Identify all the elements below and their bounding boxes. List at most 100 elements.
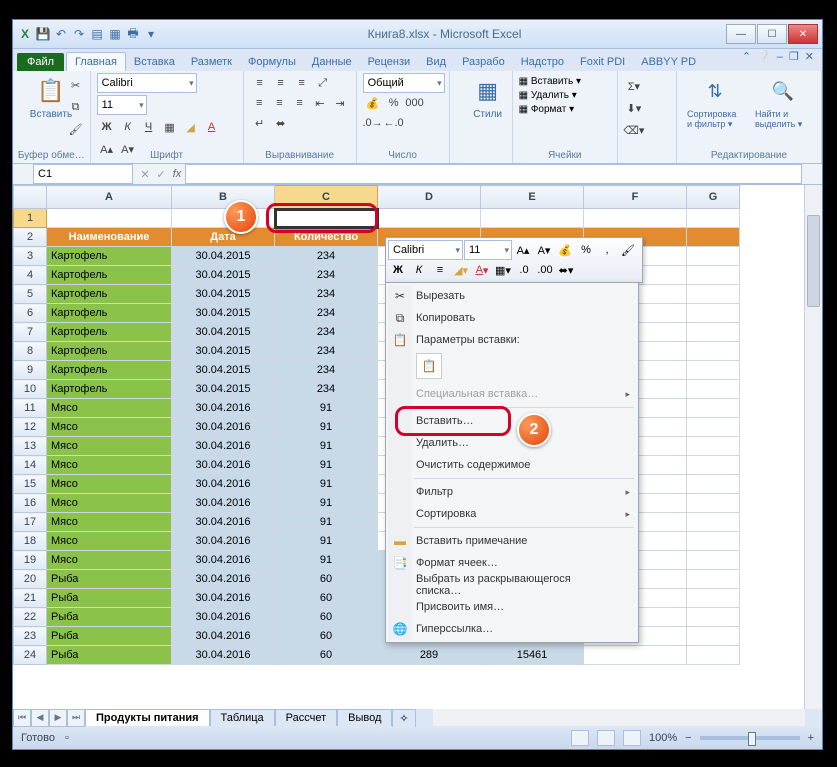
window-restore-icon[interactable]: ❐	[789, 50, 799, 63]
cell[interactable]: Рыба	[47, 646, 172, 665]
tab-insert[interactable]: Вставка	[126, 53, 183, 71]
column-header[interactable]: G	[687, 186, 740, 209]
tab-nav-prev[interactable]: ◀	[31, 709, 49, 727]
maximize-button[interactable]: ☐	[757, 24, 787, 44]
font-combo[interactable]: Calibri	[97, 73, 197, 93]
cell[interactable]: Картофель	[47, 266, 172, 285]
border-icon[interactable]: ▦▾	[493, 260, 513, 280]
cell[interactable]: 30.04.2015	[172, 285, 275, 304]
cell[interactable]: 234	[275, 323, 378, 342]
save-icon[interactable]: 💾	[35, 26, 51, 42]
ctx-format[interactable]: 📑Формат ячеек…	[386, 552, 638, 574]
help-icon[interactable]: ❔	[757, 50, 771, 63]
insert-cells-button[interactable]: ▦ Вставить ▾	[519, 76, 611, 87]
cell[interactable]	[687, 570, 740, 589]
cell[interactable]: 60	[275, 570, 378, 589]
cell[interactable]: 30.04.2016	[172, 513, 275, 532]
row-header[interactable]: 21	[14, 589, 47, 608]
cell[interactable]	[687, 475, 740, 494]
row-header[interactable]: 3	[14, 247, 47, 266]
zoom-level[interactable]: 100%	[649, 732, 677, 744]
comma-button[interactable]: 000	[405, 93, 425, 113]
cell[interactable]: 234	[275, 304, 378, 323]
cell[interactable]: 30.04.2016	[172, 627, 275, 646]
cell[interactable]	[584, 209, 687, 228]
macro-icon[interactable]: ▫	[65, 732, 69, 744]
align-left-button[interactable]: ≡	[250, 93, 269, 113]
row-header[interactable]: 12	[14, 418, 47, 437]
horizontal-scrollbar[interactable]	[433, 709, 805, 726]
cell[interactable]: Картофель	[47, 285, 172, 304]
cell[interactable]: Рыба	[47, 570, 172, 589]
font-color-icon[interactable]: A▾	[472, 260, 492, 280]
cell[interactable]	[687, 627, 740, 646]
cell[interactable]: 30.04.2015	[172, 342, 275, 361]
row-header[interactable]: 19	[14, 551, 47, 570]
underline-button[interactable]: Ч	[139, 117, 159, 137]
tab-dev[interactable]: Разрабо	[454, 53, 513, 71]
italic-button[interactable]: К	[118, 117, 138, 137]
align-mid-button[interactable]: ≡	[271, 73, 291, 93]
row-header[interactable]: 24	[14, 646, 47, 665]
row-header[interactable]: 8	[14, 342, 47, 361]
cell[interactable]: 30.04.2015	[172, 266, 275, 285]
row-header[interactable]: 11	[14, 399, 47, 418]
page-layout-button[interactable]	[597, 730, 615, 746]
row-header[interactable]: 9	[14, 361, 47, 380]
cell[interactable]	[687, 513, 740, 532]
delete-cells-button[interactable]: ▦ Удалить ▾	[519, 90, 611, 101]
percent-icon[interactable]: %	[576, 240, 596, 260]
cell[interactable]: 30.04.2016	[172, 646, 275, 665]
row-header[interactable]: 23	[14, 627, 47, 646]
cell[interactable]: 234	[275, 285, 378, 304]
size-combo[interactable]: 11	[97, 95, 147, 115]
cell[interactable]: Мясо	[47, 418, 172, 437]
tab-abbyy[interactable]: ABBYY PD	[633, 53, 704, 71]
window-close-icon[interactable]: ✕	[805, 50, 814, 63]
cell[interactable]: 60	[275, 646, 378, 665]
font-color-button[interactable]: A	[202, 117, 222, 137]
inc-decimal-button[interactable]: .0→	[363, 113, 383, 133]
qat-icon[interactable]: 🖶	[125, 26, 141, 42]
align-icon[interactable]: ≡	[430, 260, 450, 280]
cell[interactable]: Мясо	[47, 437, 172, 456]
cell[interactable]	[378, 209, 481, 228]
percent-button[interactable]: %	[384, 93, 404, 113]
dec-dec-icon[interactable]: .00	[535, 260, 555, 280]
cell[interactable]: 15461	[481, 646, 584, 665]
row-header[interactable]: 7	[14, 323, 47, 342]
zoom-out-button[interactable]: −	[685, 732, 691, 744]
cell[interactable]: 30.04.2016	[172, 551, 275, 570]
ctx-filter[interactable]: Фильтр	[386, 481, 638, 503]
tab-review[interactable]: Рецензи	[360, 53, 419, 71]
row-header[interactable]: 15	[14, 475, 47, 494]
column-header[interactable]	[14, 186, 47, 209]
page-break-button[interactable]	[623, 730, 641, 746]
dec-decimal-button[interactable]: ←.0	[384, 113, 404, 133]
ctx-dropdown[interactable]: Выбрать из раскрывающегося списка…	[386, 574, 638, 596]
cell[interactable]	[481, 209, 584, 228]
align-top-button[interactable]: ≡	[250, 73, 270, 93]
tab-addins[interactable]: Надстро	[513, 53, 572, 71]
window-min-icon[interactable]: –	[777, 51, 783, 63]
cell[interactable]: 91	[275, 551, 378, 570]
tab-home[interactable]: Главная	[66, 52, 126, 71]
styles-button[interactable]: ▦Стили	[456, 73, 520, 122]
cut-icon[interactable]: ✂	[66, 75, 86, 95]
ctx-comment[interactable]: ▬Вставить примечание	[386, 530, 638, 552]
indent-dec-button[interactable]: ⇤	[310, 93, 329, 113]
enter-icon[interactable]: ✓	[153, 168, 169, 181]
cell[interactable]: Мясо	[47, 513, 172, 532]
column-header[interactable]: B	[172, 186, 275, 209]
scroll-thumb[interactable]	[807, 215, 820, 307]
cancel-icon[interactable]: ✕	[137, 168, 153, 181]
zoom-slider[interactable]	[700, 736, 800, 740]
tab-file[interactable]: Файл	[17, 53, 64, 71]
ctx-clear[interactable]: Очистить содержимое	[386, 454, 638, 476]
cell[interactable]: 91	[275, 494, 378, 513]
cell[interactable]: 30.04.2016	[172, 494, 275, 513]
cell[interactable]: 30.04.2016	[172, 475, 275, 494]
cell[interactable]: Мясо	[47, 456, 172, 475]
cell[interactable]: Рыба	[47, 627, 172, 646]
number-format-combo[interactable]: Общий	[363, 73, 445, 93]
